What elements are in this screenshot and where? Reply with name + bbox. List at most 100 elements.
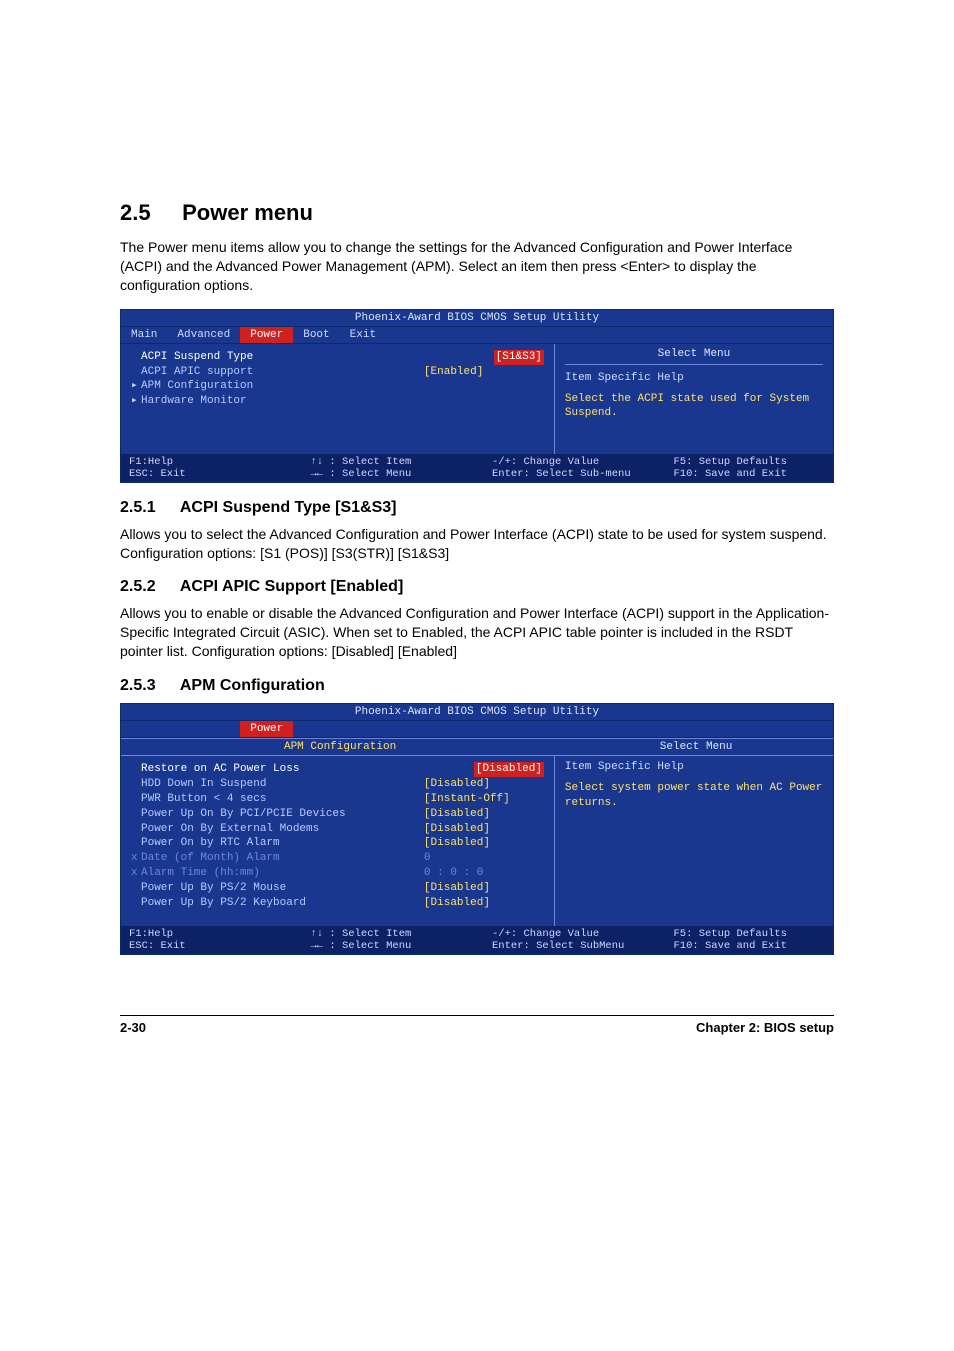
bios2-row[interactable]: Power Up By PS/2 Mouse[Disabled] [131,881,544,896]
bios2-value: 0 : 0 : 0 [424,866,544,881]
sub2-heading: 2.5.2 ACPI APIC Support [Enabled] [120,578,834,596]
triangle-icon: ▸ [131,379,141,394]
setup-defaults: F5: Setup Defaults [674,928,826,940]
bios2-right-title: Select Menu [559,738,833,756]
spacer [131,836,141,851]
sub1-p2: Configuration options: [S1 (POS)] [S3(ST… [120,545,449,561]
bios-apm-config: Phoenix-Award BIOS CMOS Setup Utility Ma… [120,703,834,955]
change-value: -/+: Change Value [492,456,644,468]
spacer [131,822,141,837]
bios2-value: [Disabled] [424,836,544,851]
bios2-row[interactable]: HDD Down In Suspend[Disabled] [131,777,544,792]
x-icon: x [131,851,141,866]
bios2-footer-c2: ↑↓ : Select Item →← : Select Menu [311,928,463,952]
sub1-title: ACPI Suspend Type [S1&S3] [180,499,397,516]
bios1-footer-c3: -/+: Change Value Enter: Select Sub-menu [492,456,644,480]
bios2-value: [Disabled] [424,896,544,911]
bios1-tab-boot[interactable]: Boot [293,327,339,343]
spacer [131,365,141,380]
sub1-p1: Allows you to select the Advanced Config… [120,526,827,542]
esc-exit: ESC: Exit [129,468,281,480]
bios2-label: Power On by RTC Alarm [141,836,424,851]
bios1-row-acpi-suspend[interactable]: ACPI Suspend Type [S1&S3] [131,350,544,365]
bios2-row[interactable]: Power Up By PS/2 Keyboard[Disabled] [131,896,544,911]
bios2-label: Power On By External Modems [141,822,424,837]
bios1-label-3: Hardware Monitor [141,394,424,409]
bios1-tab-main[interactable]: Main [121,327,167,343]
spacer [131,881,141,896]
bios1-title: Phoenix-Award BIOS CMOS Setup Utility [121,310,833,326]
bios1-row-apm-config[interactable]: ▸ APM Configuration [131,379,544,394]
spacer [131,896,141,911]
bios1-footer-c4: F5: Setup Defaults F10: Save and Exit [674,456,826,480]
bios2-label: Restore on AC Power Loss [141,762,474,777]
sub1-body: Allows you to select the Advanced Config… [120,525,834,563]
bios2-label: Alarm Time (hh:mm) [141,866,424,881]
bios2-footer-c3: -/+: Change Value Enter: Select SubMenu [492,928,644,952]
bios2-row[interactable]: PWR Button < 4 secs[Instant-Off] [131,792,544,807]
sub3-heading: 2.5.3 APM Configuration [120,677,834,695]
bios2-subheader-row: APM Configuration Select Menu [121,738,833,756]
bios2-body: Restore on AC Power Loss[Disabled]HDD Do… [121,756,833,926]
section-heading: 2.5 Power menu [120,200,834,226]
bios2-tab-power[interactable]: Power [240,721,293,737]
setup-defaults: F5: Setup Defaults [674,456,826,468]
bios1-body: ACPI Suspend Type [S1&S3] ACPI APIC supp… [121,344,833,454]
bios1-label-0: ACPI Suspend Type [141,350,494,365]
bios1-tab-power[interactable]: Power [240,327,293,343]
bios1-right: Select Menu Item Specific Help Select th… [554,344,833,454]
bios2-value: [Instant-Off] [424,792,544,807]
bios2-label: Date (of Month) Alarm [141,851,424,866]
bios1-footer-c1: F1:Help ESC: Exit [129,456,281,480]
spacer [131,350,141,365]
bios2-value: [Disabled] [424,807,544,822]
esc-exit: ESC: Exit [129,940,281,952]
bios1-tab-exit[interactable]: Exit [340,327,386,343]
sub2-number: 2.5.2 [120,578,176,596]
bios2-row[interactable]: Restore on AC Power Loss[Disabled] [131,762,544,777]
bios1-val-0: [S1&S3] [494,350,544,365]
spacer [131,762,141,777]
bios1-val-2 [424,379,544,394]
bios2-left: Restore on AC Power Loss[Disabled]HDD Do… [121,756,554,926]
f1-help: F1:Help [129,928,281,940]
bios1-left: ACPI Suspend Type [S1&S3] ACPI APIC supp… [121,344,554,454]
bios1-row-acpi-apic[interactable]: ACPI APIC support [Enabled] [131,365,544,380]
bios2-footer: F1:Help ESC: Exit ↑↓ : Select Item →← : … [121,926,833,954]
bios2-label: PWR Button < 4 secs [141,792,424,807]
bios2-help-head: Item Specific Help [565,760,823,775]
select-item: ↑↓ : Select Item [311,928,463,940]
bios2-subheader: APM Configuration [121,738,559,756]
bios2-row[interactable]: Power Up On By PCI/PCIE Devices[Disabled… [131,807,544,822]
bios2-value: [Disabled] [474,762,544,777]
section-number: 2.5 [120,200,176,226]
bios2-menubar: Main Advanced Power [121,720,833,738]
select-menu: →← : Select Menu [311,940,463,952]
select-item: ↑↓ : Select Item [311,456,463,468]
bios1-row-hwmon[interactable]: ▸ Hardware Monitor [131,394,544,409]
bios2-title: Phoenix-Award BIOS CMOS Setup Utility [121,704,833,720]
save-exit: F10: Save and Exit [674,468,826,480]
select-submenu: Enter: Select Sub-menu [492,468,644,480]
bios1-footer-c2: ↑↓ : Select Item →← : Select Menu [311,456,463,480]
bios2-value: [Disabled] [424,822,544,837]
bios2-row[interactable]: Power On by RTC Alarm[Disabled] [131,836,544,851]
select-submenu: Enter: Select SubMenu [492,940,644,952]
bios2-footer-c1: F1:Help ESC: Exit [129,928,281,952]
bios1-help-head: Item Specific Help [565,371,823,386]
f1-help: F1:Help [129,456,281,468]
sub3-number: 2.5.3 [120,677,176,695]
page-footer: 2-30 Chapter 2: BIOS setup [120,1015,834,1035]
sub2-body: Allows you to enable or disable the Adva… [120,604,834,661]
bios1-label-2: APM Configuration [141,379,424,394]
bios2-label: Power Up By PS/2 Mouse [141,881,424,896]
page-number: 2-30 [120,1020,146,1035]
bios1-tab-advanced[interactable]: Advanced [167,327,240,343]
bios2-footer-c4: F5: Setup Defaults F10: Save and Exit [674,928,826,952]
bios1-label-1: ACPI APIC support [141,365,424,380]
bios2-value: [Disabled] [424,881,544,896]
save-exit: F10: Save and Exit [674,940,826,952]
bios2-row[interactable]: Power On By External Modems[Disabled] [131,822,544,837]
sub2-title: ACPI APIC Support [Enabled] [180,578,403,595]
bios2-help-body: Select system power state when AC Power … [565,781,823,811]
